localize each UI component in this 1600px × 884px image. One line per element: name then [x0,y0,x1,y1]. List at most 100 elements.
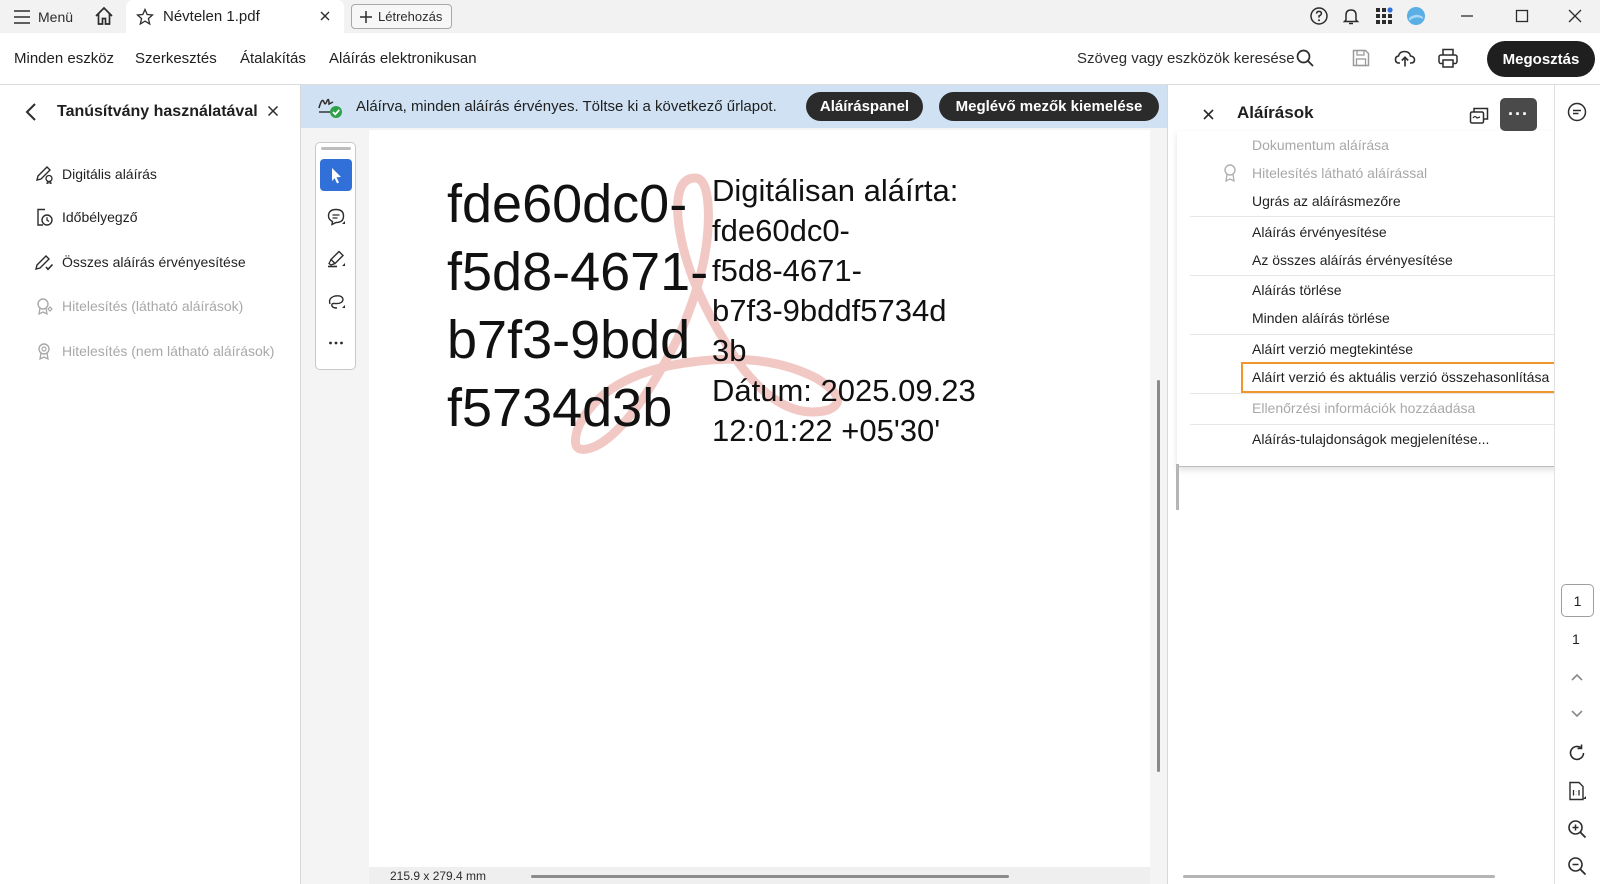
chevron-down-icon[interactable] [1566,702,1588,724]
share-button[interactable]: Megosztás [1487,41,1595,77]
document-tab[interactable]: Névtelen 1.pdf [126,0,344,33]
panel-title: Tanúsítvány használatával [57,103,258,120]
quick-tools-toolbar [315,142,356,370]
menu-label: Menü [38,9,74,25]
menu-item-clear-all[interactable]: Minden aláírás törlése [1252,310,1390,326]
document-horizontal-scrollbar[interactable] [531,875,1009,878]
help-icon[interactable] [1309,6,1329,26]
signature-details-text: Digitálisan aláírta: fde60dc0- f5d8-4671… [712,173,976,448]
close-tab-icon[interactable] [318,9,332,23]
lasso-draw-icon [328,295,345,309]
menu-divider [1190,393,1590,394]
comment-bubble-icon[interactable] [1566,101,1588,123]
signature-status-banner: Aláírva, minden aláírás érvényes. Töltse… [301,85,1167,128]
menu-edit[interactable]: Szerkesztés [135,50,217,67]
print-icon[interactable] [1437,47,1459,69]
total-pages-label: 1 [1572,631,1580,647]
certify-invisible-icon [38,343,50,361]
right-rail [1554,85,1600,884]
highlighter-icon [328,250,345,268]
comment-tool-button[interactable] [320,201,352,233]
star-icon[interactable] [136,8,154,26]
tool-digital-signature[interactable]: Digitális aláírás [34,163,157,185]
signature-options-menu [1177,131,1600,467]
menu-divider [1190,216,1590,217]
signatures-panel-title: Aláírások [1237,103,1314,122]
maximize-icon[interactable] [1512,6,1532,26]
signatures-panel-horizontal-scrollbar[interactable] [1183,875,1495,878]
search-tools-label[interactable]: Szöveg vagy eszközök keresése [1077,50,1295,67]
zoom-in-icon[interactable] [1566,818,1588,840]
menu-all-tools[interactable]: Minden eszköz [14,50,114,67]
minimize-icon[interactable] [1457,6,1477,26]
menu-item-clear-signature[interactable]: Aláírás törlése [1252,282,1341,298]
sign-cert-icon [36,166,53,184]
comment-icon [327,208,345,226]
rotate-icon[interactable] [1566,742,1588,764]
menu-button[interactable]: Menü [14,7,73,27]
highlight-fields-button[interactable]: Meglévő mezők kiemelése [939,92,1159,121]
more-tools-button[interactable] [320,327,352,359]
back-arrow-icon[interactable] [22,101,42,123]
tool-certify-visible[interactable]: Hitelesítés (látható aláírások) [34,295,243,317]
cloud-upload-icon[interactable] [1394,47,1416,69]
menu-e-sign[interactable]: Aláírás elektronikusan [329,50,477,67]
search-icon[interactable] [1295,48,1315,68]
signer-name-text: fde60dc0- f5d8-4671- b7f3-9bdd f5734d3b [447,174,709,438]
create-label: Létrehozás [378,9,443,24]
tab-title: Névtelen 1.pdf [163,8,260,25]
title-bar: Menü Névtelen 1.pdf Létrehozás [0,0,1600,33]
home-icon[interactable] [93,5,115,27]
signature-cards-icon[interactable] [1468,104,1490,126]
document-vertical-scrollbar[interactable] [1157,380,1160,772]
draw-tool-button[interactable] [320,285,352,317]
signed-valid-icon [318,98,342,118]
menu-item-validate-all[interactable]: Az összes aláírás érvényesítése [1252,252,1453,268]
close-signatures-panel-icon[interactable] [1202,108,1215,121]
tool-timestamp[interactable]: Időbélyegző [34,206,138,228]
main-toolbar: Minden eszköz Szerkesztés Átalakítás Alá… [0,33,1600,85]
banner-message: Aláírva, minden aláírás érvényes. Töltse… [356,98,777,115]
apps-grid-icon[interactable] [1374,6,1394,26]
menu-convert[interactable]: Átalakítás [240,50,306,67]
more-horizontal-icon [329,341,343,345]
highlight-tool-button[interactable] [320,243,352,275]
tool-validate-all[interactable]: Összes aláírás érvényesítése [34,251,246,273]
signatures-panel-scrollbar[interactable] [1176,464,1179,510]
signature-panel-button[interactable]: Aláíráspanel [806,92,923,121]
zoom-out-icon[interactable] [1566,855,1588,877]
tool-label: Hitelesítés (nem látható aláírások) [62,343,275,359]
menu-divider [1190,275,1590,276]
actual-size-icon[interactable] [1566,780,1588,802]
menu-item-add-verification-info[interactable]: Ellenőrzési információk hozzáadása [1252,400,1475,416]
chevron-up-icon[interactable] [1566,666,1588,688]
select-tool-button[interactable] [320,159,352,191]
tool-label: Időbélyegző [62,209,138,225]
certify-visible-icon [37,298,53,316]
tool-certify-invisible[interactable]: Hitelesítés (nem látható aláírások) [34,340,274,362]
current-page-input[interactable]: 1 [1561,584,1594,617]
tool-label: Hitelesítés (látható aláírások) [62,298,244,314]
menu-item-view-signed-version[interactable]: Aláírt verzió megtekintése [1252,341,1413,357]
create-button[interactable]: Létrehozás [351,4,452,29]
timestamp-icon [37,208,53,226]
close-window-icon[interactable] [1565,6,1585,26]
menu-item-certify-visible[interactable]: Hitelesítés látható aláírással [1252,165,1427,181]
notifications-icon[interactable] [1341,6,1361,26]
menu-item-validate-signature[interactable]: Aláírás érvényesítése [1252,224,1387,240]
close-panel-icon[interactable] [266,104,280,118]
tool-label: Digitális aláírás [62,166,157,182]
menu-item-sign-document[interactable]: Dokumentum aláírása [1252,137,1389,153]
avatar[interactable] [1406,6,1426,26]
save-icon[interactable] [1350,47,1372,69]
menu-item-show-properties[interactable]: Aláírás-tulajdonságok megjelenítése... [1252,431,1489,447]
hamburger-icon [14,10,30,24]
plus-icon [360,10,372,23]
toolbar-grip[interactable] [321,147,351,150]
menu-item-compare-versions[interactable]: Aláírt verzió és aktuális verzió összeha… [1252,369,1549,385]
left-tool-panel: Tanúsítvány használatával Digitális aláí… [0,85,301,884]
more-options-button[interactable]: ··· [1500,98,1537,131]
validate-all-icon [35,255,54,271]
cursor-icon [332,168,341,184]
menu-item-go-to-field[interactable]: Ugrás az aláírásmezőre [1252,193,1401,209]
